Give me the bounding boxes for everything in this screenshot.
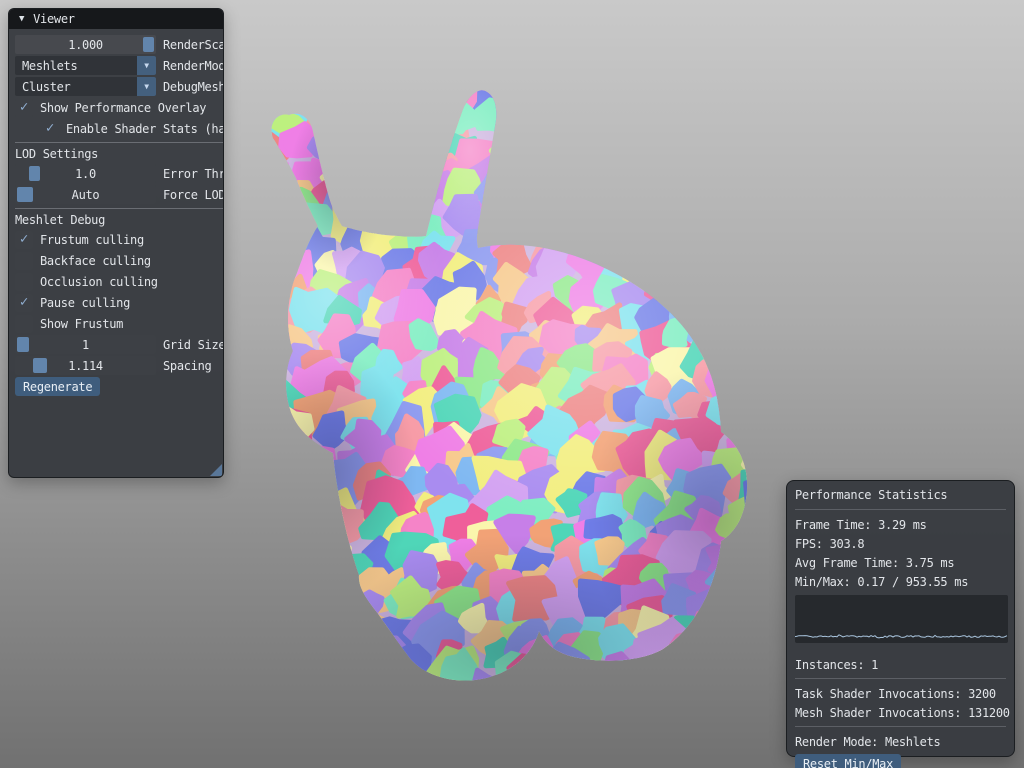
- separator: [795, 678, 1006, 679]
- force-lod-label: Force LOD: [163, 188, 224, 202]
- debug-mesh-label: DebugMesh: [163, 80, 224, 94]
- occlusion-culling-row: ✓ Occlusion culling: [15, 272, 217, 291]
- debug-mesh-combo[interactable]: Cluster ▼: [15, 77, 156, 96]
- enable-shader-stats-label[interactable]: Enable Shader Stats (ha: [66, 122, 224, 136]
- backface-culling-row: ✓ Backface culling: [15, 251, 217, 270]
- mesh-shader-invocations-text: Mesh Shader Invocations: 131200: [795, 703, 1006, 722]
- grid-size-row: 1 Grid Size: [15, 335, 217, 354]
- spacing-grab[interactable]: [33, 358, 47, 373]
- frustum-culling-label[interactable]: Frustum culling: [40, 233, 144, 247]
- pause-culling-label[interactable]: Pause culling: [40, 296, 130, 310]
- grid-size-grab[interactable]: [17, 337, 29, 352]
- backface-culling-label[interactable]: Backface culling: [40, 254, 151, 268]
- spacing-value: 1.114: [68, 359, 103, 373]
- render-scale-grab[interactable]: [143, 37, 154, 52]
- debug-mesh-value: Cluster: [22, 80, 70, 94]
- render-scale-input[interactable]: 1.000: [15, 35, 156, 54]
- regenerate-row: Regenerate: [15, 377, 217, 396]
- spacing-row: 1.114 Spacing: [15, 356, 217, 375]
- spacing-slider[interactable]: 1.114: [15, 356, 156, 375]
- chevron-down-icon: ▼: [144, 62, 149, 70]
- force-lod-row: Auto Force LOD: [15, 185, 217, 204]
- viewer-window-body: 1.000 RenderSca Meshlets ▼ RenderMod Clu…: [9, 29, 223, 396]
- collapse-arrow-icon[interactable]: ▼: [19, 15, 24, 24]
- error-threshold-slider[interactable]: 1.0: [15, 164, 156, 183]
- reset-min-max-row: Reset Min/Max: [795, 754, 1006, 768]
- render-scale-label: RenderSca: [163, 38, 224, 52]
- render-scale-row: 1.000 RenderSca: [15, 35, 217, 54]
- show-performance-overlay-checkbox[interactable]: ✓: [15, 99, 33, 117]
- show-frustum-row: ✓ Show Frustum: [15, 314, 217, 333]
- pause-culling-row: ✓ Pause culling: [15, 293, 217, 312]
- grid-size-label: Grid Size: [163, 338, 224, 352]
- pause-culling-checkbox[interactable]: ✓: [15, 294, 33, 312]
- render-mode-combo-button[interactable]: ▼: [137, 56, 156, 75]
- spacing-label: Spacing: [163, 359, 211, 373]
- frame-time-graph: [795, 595, 1008, 643]
- separator: [795, 509, 1006, 510]
- grid-size-value: 1: [82, 338, 89, 352]
- viewer-window-title: Viewer: [33, 12, 75, 26]
- enable-shader-stats-checkbox[interactable]: ✓: [41, 120, 59, 138]
- chevron-down-icon: ▼: [144, 83, 149, 91]
- force-lod-grab[interactable]: [17, 187, 33, 202]
- debug-mesh-row: Cluster ▼ DebugMesh: [15, 77, 217, 96]
- frustum-culling-row: ✓ Frustum culling: [15, 230, 217, 249]
- grid-size-slider[interactable]: 1: [15, 335, 156, 354]
- instances-text: Instances: 1: [795, 655, 1006, 674]
- separator: [795, 726, 1006, 727]
- viewer-titlebar[interactable]: ▼ Viewer: [9, 9, 223, 29]
- min-max-text: Min/Max: 0.17 / 953.55 ms: [795, 572, 1006, 591]
- viewer-window: ▼ Viewer 1.000 RenderSca Meshlets ▼ Rend…: [8, 8, 224, 478]
- meshlet-debug-header: Meshlet Debug: [15, 213, 217, 228]
- error-threshold-row: 1.0 Error Thr: [15, 164, 217, 183]
- frustum-culling-checkbox[interactable]: ✓: [15, 231, 33, 249]
- force-lod-slider[interactable]: Auto: [15, 185, 156, 204]
- frame-time-text: Frame Time: 3.29 ms: [795, 515, 1006, 534]
- render-mode-label: RenderMod: [163, 59, 224, 73]
- error-threshold-value: 1.0: [75, 167, 96, 181]
- show-frustum-label[interactable]: Show Frustum: [40, 317, 123, 331]
- check-icon: ✓: [20, 100, 28, 114]
- separator: [15, 142, 223, 143]
- occlusion-culling-label[interactable]: Occlusion culling: [40, 275, 158, 289]
- force-lod-value: Auto: [72, 188, 100, 202]
- fps-text: FPS: 303.8: [795, 534, 1006, 553]
- render-mode-row: Meshlets ▼ RenderMod: [15, 56, 217, 75]
- error-threshold-label: Error Thr: [163, 167, 224, 181]
- performance-statistics-title: Performance Statistics: [795, 488, 1006, 504]
- show-performance-overlay-row: ✓ Show Performance Overlay: [15, 98, 217, 117]
- error-threshold-grab[interactable]: [29, 166, 40, 181]
- regenerate-button[interactable]: Regenerate: [15, 377, 100, 396]
- reset-min-max-button[interactable]: Reset Min/Max: [795, 754, 901, 768]
- lod-settings-header: LOD Settings: [15, 147, 217, 162]
- task-shader-invocations-text: Task Shader Invocations: 3200: [795, 684, 1006, 703]
- render-mode-value: Meshlets: [22, 59, 77, 73]
- enable-shader-stats-row: ✓ Enable Shader Stats (ha: [41, 119, 217, 138]
- backface-culling-checkbox[interactable]: ✓: [15, 252, 33, 270]
- occlusion-culling-checkbox[interactable]: ✓: [15, 273, 33, 291]
- performance-statistics-window: Performance Statistics Frame Time: 3.29 …: [786, 480, 1015, 757]
- render-mode-text: Render Mode: Meshlets: [795, 732, 1006, 751]
- resize-grip[interactable]: [210, 464, 222, 476]
- show-frustum-checkbox[interactable]: ✓: [15, 315, 33, 333]
- render-scale-value: 1.000: [68, 38, 103, 52]
- check-icon: ✓: [46, 121, 54, 135]
- check-icon: ✓: [20, 295, 28, 309]
- separator: [15, 208, 223, 209]
- show-performance-overlay-label[interactable]: Show Performance Overlay: [40, 101, 206, 115]
- debug-mesh-combo-button[interactable]: ▼: [137, 77, 156, 96]
- check-icon: ✓: [20, 232, 28, 246]
- avg-frame-time-text: Avg Frame Time: 3.75 ms: [795, 553, 1006, 572]
- render-mode-combo[interactable]: Meshlets ▼: [15, 56, 156, 75]
